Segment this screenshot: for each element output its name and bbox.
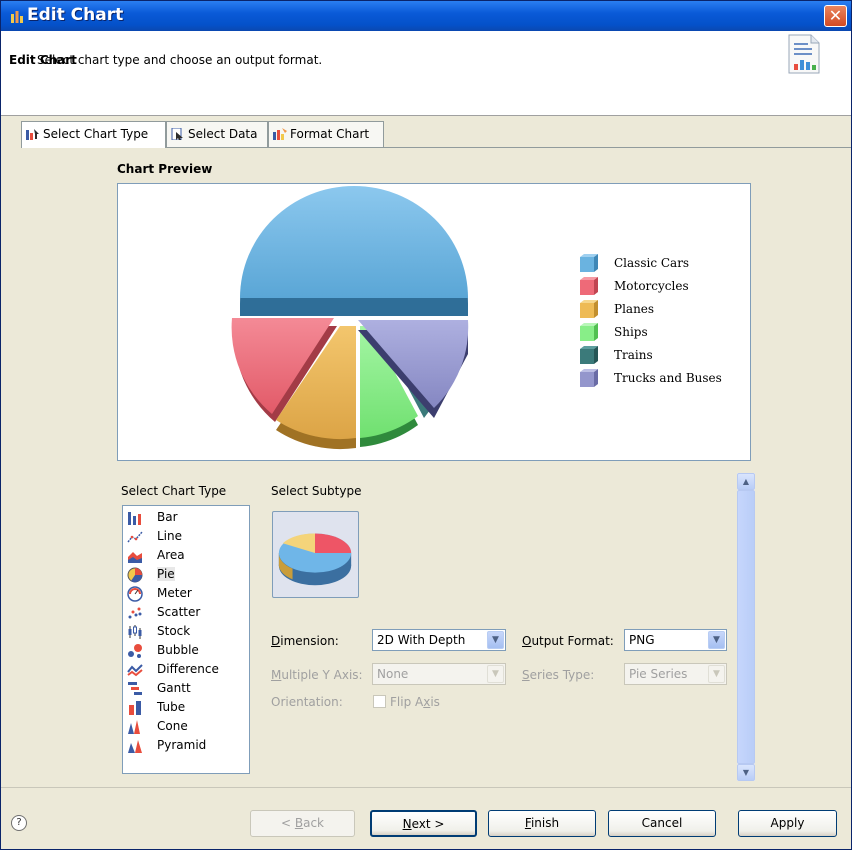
output-format-value: PNG <box>629 633 655 647</box>
chart-type-label: Bubble <box>157 643 199 657</box>
window-title: Edit Chart <box>27 5 124 25</box>
bar-chart-icon <box>128 512 141 525</box>
tab-select-chart-type[interactable]: Select Chart Type <box>21 121 166 148</box>
pie-chart-icon <box>127 567 143 583</box>
edit-chart-dialog: Edit Chart ✕ Edit Chart Select chart typ… <box>0 0 852 850</box>
chart-type-label: Tube <box>157 700 186 714</box>
legend-label: Classic Cars <box>614 256 690 270</box>
legend-swatch <box>580 300 598 318</box>
tube-chart-icon <box>129 701 141 715</box>
chart-type-label: Line <box>157 529 183 543</box>
chart-type-label: Gantt <box>157 681 191 695</box>
chart-type-list[interactable]: Bar Line Area Pie Meter Scatter Stock Bu… <box>122 505 250 774</box>
dialog-header: Edit Chart Select chart type and choose … <box>1 31 851 116</box>
scroll-up-icon[interactable]: ▲ <box>737 473 755 490</box>
next-button[interactable]: Next > <box>370 810 477 837</box>
multiple-y-axis-value: None <box>377 667 409 681</box>
stock-chart-icon <box>128 625 142 639</box>
report-icon <box>788 34 820 74</box>
chart-type-label: Scatter <box>157 605 201 619</box>
chart-type-label: Stock <box>157 624 191 638</box>
close-icon[interactable]: ✕ <box>824 5 847 27</box>
dimension-select[interactable]: 2D With Depth ▼ <box>372 629 506 651</box>
chart-type-icon <box>26 129 39 140</box>
chart-type-label: Bar <box>157 510 178 524</box>
chart-app-icon <box>11 11 23 23</box>
tab-label: Select Data <box>188 127 258 141</box>
data-icon <box>171 128 183 140</box>
scatter-chart-icon <box>128 607 142 619</box>
output-format-select[interactable]: PNG ▼ <box>624 629 727 651</box>
tab-label: Select Chart Type <box>43 127 149 141</box>
legend-label: Trains <box>614 348 653 362</box>
title-bar[interactable]: Edit Chart ✕ <box>1 1 851 31</box>
finish-button[interactable]: Finish <box>488 810 596 837</box>
series-type-select: Pie Series ▼ <box>624 663 727 685</box>
back-button: < Back <box>250 810 355 837</box>
select-subtype-label: Select Subtype <box>271 484 362 498</box>
chevron-down-icon: ▼ <box>487 665 504 683</box>
chart-type-label: Pie <box>157 567 175 581</box>
scroll-thumb[interactable] <box>737 490 755 764</box>
scroll-down-icon[interactable]: ▼ <box>737 764 755 781</box>
chart-preview: Classic Cars Motorcycles Planes Ships Tr… <box>117 183 751 461</box>
chart-type-label: Meter <box>157 586 192 600</box>
series-type-label: Series Type: <box>522 668 595 682</box>
legend-label: Ships <box>614 325 648 339</box>
orientation-label: Orientation: <box>271 695 343 709</box>
pie-3d-subtype-icon <box>278 533 352 586</box>
divider <box>1 787 851 788</box>
chart-type-label: Area <box>157 548 185 562</box>
subtype-pie-with-depth[interactable] <box>272 511 359 598</box>
gantt-chart-icon <box>128 682 142 695</box>
output-format-label: Output Format: <box>522 634 614 648</box>
pie-chart-preview <box>231 186 469 450</box>
tab-format-chart[interactable]: Format Chart <box>268 121 384 147</box>
cone-chart-icon <box>128 720 140 734</box>
chart-type-label: Pyramid <box>157 738 207 752</box>
legend-label: Planes <box>614 302 655 316</box>
tab-select-data[interactable]: Select Data <box>166 121 268 147</box>
multiple-y-axis-label: Multiple Y Axis: <box>271 668 363 682</box>
legend-swatch <box>580 369 598 387</box>
chevron-down-icon[interactable]: ▼ <box>487 631 504 649</box>
format-chart-icon <box>273 128 287 140</box>
legend-label: Motorcycles <box>614 279 689 293</box>
flip-axis-label: Flip Axis <box>390 695 440 709</box>
header-description: Select chart type and choose an output f… <box>37 53 323 67</box>
legend-label: Trucks and Buses <box>614 371 722 385</box>
pyramid-chart-icon <box>128 740 142 753</box>
multiple-y-axis-select: None ▼ <box>372 663 506 685</box>
chevron-down-icon: ▼ <box>708 665 725 683</box>
vertical-scrollbar[interactable]: ▲ ▼ <box>737 473 755 781</box>
difference-chart-icon <box>127 664 143 677</box>
legend-swatch <box>580 323 598 341</box>
dimension-value: 2D With Depth <box>377 633 466 647</box>
dimension-label: Dimension: <box>271 634 339 648</box>
legend-swatch <box>580 254 598 272</box>
help-icon[interactable]: ? <box>11 815 27 831</box>
select-chart-type-label: Select Chart Type <box>121 484 227 498</box>
legend-swatch <box>580 346 598 364</box>
chart-type-label: Cone <box>157 719 188 733</box>
bubble-chart-icon <box>128 644 142 658</box>
meter-chart-icon <box>127 586 143 602</box>
flip-axis-checkbox <box>373 695 386 708</box>
cancel-button[interactable]: Cancel <box>608 810 716 837</box>
line-chart-icon <box>127 531 143 543</box>
series-type-value: Pie Series <box>629 667 688 681</box>
chart-type-label: Difference <box>157 662 219 676</box>
legend-swatch <box>580 277 598 295</box>
chevron-down-icon[interactable]: ▼ <box>708 631 725 649</box>
pie-slice-classic-cars <box>240 186 468 298</box>
chart-preview-title: Chart Preview <box>117 162 213 176</box>
area-chart-icon <box>128 552 142 563</box>
tab-label: Format Chart <box>290 127 370 141</box>
apply-button[interactable]: Apply <box>738 810 837 837</box>
